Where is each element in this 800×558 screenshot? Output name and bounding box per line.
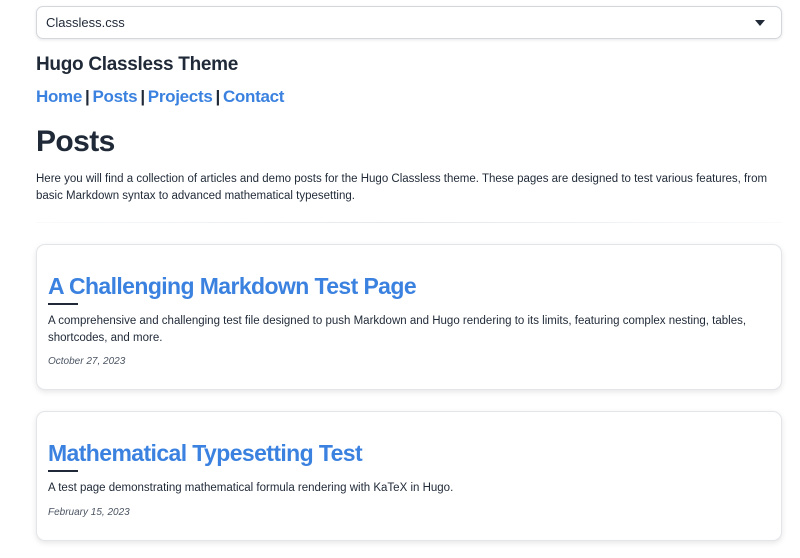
main-nav: Home | Posts | Projects | Contact bbox=[36, 87, 284, 107]
title-underline bbox=[48, 470, 78, 472]
nav-link-home[interactable]: Home bbox=[36, 87, 82, 107]
section-divider bbox=[36, 222, 782, 223]
nav-separator: | bbox=[85, 87, 90, 106]
post-date: February 15, 2023 bbox=[48, 507, 130, 518]
post-summary: A test page demonstrating mathematical f… bbox=[48, 482, 454, 494]
chevron-down-icon bbox=[755, 19, 765, 26]
title-underline bbox=[48, 303, 78, 305]
site-title: Hugo Classless Theme bbox=[36, 54, 239, 75]
nav-link-projects[interactable]: Projects bbox=[148, 87, 213, 107]
post-title-link[interactable]: A Challenging Markdown Test Page bbox=[48, 273, 417, 300]
post-card: A Challenging Markdown Test Page A compr… bbox=[36, 244, 782, 390]
page-intro: Here you will find a collection of artic… bbox=[36, 173, 768, 202]
nav-separator: | bbox=[215, 87, 220, 106]
nav-separator: | bbox=[140, 87, 145, 106]
nav-link-posts[interactable]: Posts bbox=[93, 87, 138, 107]
page-title: Posts bbox=[36, 125, 115, 158]
page: Classless.css Hugo Classless Theme Home … bbox=[0, 0, 800, 558]
theme-select[interactable]: Classless.css bbox=[36, 6, 782, 39]
post-card: Mathematical Typesetting Test A test pag… bbox=[36, 411, 782, 541]
post-summary: A comprehensive and challenging test fil… bbox=[48, 315, 747, 344]
post-title-link[interactable]: Mathematical Typesetting Test bbox=[48, 440, 363, 467]
post-date: October 27, 2023 bbox=[48, 356, 126, 367]
nav-link-contact[interactable]: Contact bbox=[223, 87, 284, 107]
theme-select-value: Classless.css bbox=[46, 15, 125, 30]
